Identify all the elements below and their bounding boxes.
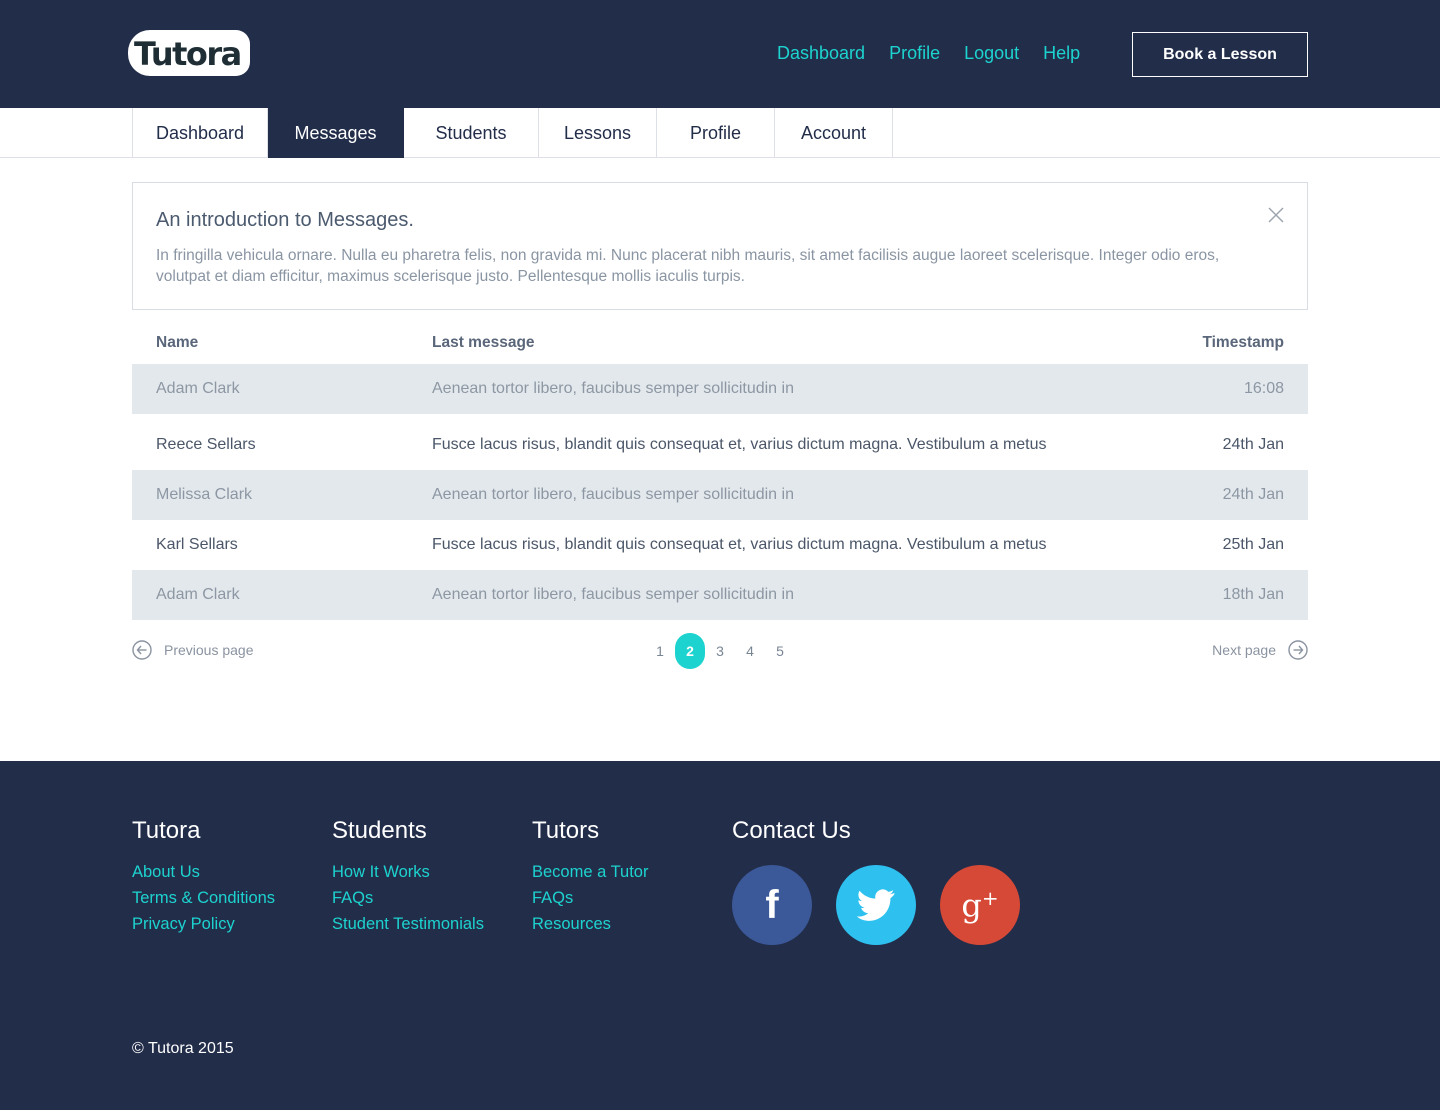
tab-dashboard[interactable]: Dashboard xyxy=(132,108,268,158)
close-icon[interactable] xyxy=(1267,206,1285,224)
row-message: Fusce lacus risus, blandit quis consequa… xyxy=(432,536,1047,553)
page-4-button[interactable]: 4 xyxy=(735,633,765,669)
footer-link-about-us[interactable]: About Us xyxy=(132,859,275,885)
intro-panel: An introduction to Messages. In fringill… xyxy=(132,182,1308,310)
previous-page-button[interactable]: Previous page xyxy=(132,640,254,660)
row-timestamp: 25th Jan xyxy=(1222,536,1284,553)
row-name: Adam Clark xyxy=(156,380,240,397)
row-name: Reece Sellars xyxy=(156,436,256,453)
tab-lessons[interactable]: Lessons xyxy=(539,108,657,158)
page-2-button[interactable]: 2 xyxy=(675,633,705,669)
footer-column-contact: Contact Us xyxy=(732,817,851,859)
table-row[interactable]: Reece Sellars Fusce lacus risus, blandit… xyxy=(132,420,1308,470)
footer-heading: Students xyxy=(332,817,427,844)
footer-heading: Tutora xyxy=(132,817,201,844)
footer-link-become-tutor[interactable]: Become a Tutor xyxy=(532,859,648,885)
google-plus-button[interactable]: g+ xyxy=(940,865,1020,945)
row-name: Adam Clark xyxy=(156,586,240,603)
messages-table: Name Last message Timestamp Adam Clark A… xyxy=(132,322,1308,620)
footer-column-students: Students How It Works FAQs Student Testi… xyxy=(332,817,484,937)
footer-link-resources[interactable]: Resources xyxy=(532,911,648,937)
footer-link-how-it-works[interactable]: How It Works xyxy=(332,859,484,885)
next-page-label: Next page xyxy=(1212,642,1276,658)
facebook-button[interactable]: f xyxy=(732,865,812,945)
row-message: Aenean tortor libero, faucibus semper so… xyxy=(432,486,794,503)
table-header: Name Last message Timestamp xyxy=(132,322,1308,364)
google-plus-icon: g+ xyxy=(961,885,999,925)
footer-column-tutora: Tutora About Us Terms & Conditions Priva… xyxy=(132,817,275,937)
row-timestamp: 24th Jan xyxy=(1222,436,1284,453)
arrow-left-circle-icon xyxy=(132,640,152,660)
pagination: Previous page 1 2 3 4 5 Next page xyxy=(132,632,1308,670)
row-timestamp: 24th Jan xyxy=(1222,486,1284,503)
row-name: Karl Sellars xyxy=(156,536,238,553)
book-lesson-button[interactable]: Book a Lesson xyxy=(1132,32,1308,77)
footer-link-privacy[interactable]: Privacy Policy xyxy=(132,911,275,937)
nav-help-link[interactable]: Help xyxy=(1043,43,1080,64)
column-header-last-message[interactable]: Last message xyxy=(432,334,535,352)
twitter-icon xyxy=(857,889,895,921)
column-header-timestamp[interactable]: Timestamp xyxy=(1202,334,1284,352)
twitter-button[interactable] xyxy=(836,865,916,945)
page-numbers: 1 2 3 4 5 xyxy=(645,633,795,669)
page-3-button[interactable]: 3 xyxy=(705,633,735,669)
row-timestamp: 18th Jan xyxy=(1222,586,1284,603)
row-message: Aenean tortor libero, faucibus semper so… xyxy=(432,586,794,603)
footer-heading: Contact Us xyxy=(732,817,851,844)
table-row[interactable]: Melissa Clark Aenean tortor libero, fauc… xyxy=(132,470,1308,520)
row-message: Fusce lacus risus, blandit quis consequa… xyxy=(432,436,1047,453)
nav-profile-link[interactable]: Profile xyxy=(889,43,940,64)
tab-messages[interactable]: Messages xyxy=(268,108,404,158)
footer-link-testimonials[interactable]: Student Testimonials xyxy=(332,911,484,937)
page-5-button[interactable]: 5 xyxy=(765,633,795,669)
intro-title: An introduction to Messages. xyxy=(156,209,414,231)
site-footer: Tutora About Us Terms & Conditions Priva… xyxy=(0,761,1440,1110)
copyright: © Tutora 2015 xyxy=(132,1040,234,1057)
footer-column-tutors: Tutors Become a Tutor FAQs Resources xyxy=(532,817,648,937)
tab-profile[interactable]: Profile xyxy=(657,108,775,158)
tab-bar: Dashboard Messages Students Lessons Prof… xyxy=(0,108,1440,158)
logo[interactable]: Tutora xyxy=(134,35,242,73)
intro-body: In fringilla vehicula ornare. Nulla eu p… xyxy=(156,247,1220,285)
row-message: Aenean tortor libero, faucibus semper so… xyxy=(432,380,794,397)
column-header-name[interactable]: Name xyxy=(156,334,198,352)
facebook-icon: f xyxy=(765,882,779,927)
page-1-button[interactable]: 1 xyxy=(645,633,675,669)
table-row[interactable]: Adam Clark Aenean tortor libero, faucibu… xyxy=(132,364,1308,414)
previous-page-label: Previous page xyxy=(164,642,254,658)
next-page-button[interactable]: Next page xyxy=(1212,640,1308,660)
footer-link-terms[interactable]: Terms & Conditions xyxy=(132,885,275,911)
table-row[interactable]: Adam Clark Aenean tortor libero, faucibu… xyxy=(132,570,1308,620)
table-row[interactable]: Karl Sellars Fusce lacus risus, blandit … xyxy=(132,520,1308,570)
footer-link-tutor-faqs[interactable]: FAQs xyxy=(532,885,648,911)
social-links: f g+ xyxy=(732,865,1020,945)
tab-students[interactable]: Students xyxy=(404,108,539,158)
row-timestamp: 16:08 xyxy=(1243,380,1284,397)
footer-heading: Tutors xyxy=(532,817,600,844)
tab-account[interactable]: Account xyxy=(775,108,893,158)
site-header: Tutora Dashboard Profile Logout Help Boo… xyxy=(0,0,1440,108)
nav-dashboard-link[interactable]: Dashboard xyxy=(777,43,865,64)
nav-logout-link[interactable]: Logout xyxy=(964,43,1019,64)
top-nav: Dashboard Profile Logout Help xyxy=(777,43,1080,64)
footer-link-student-faqs[interactable]: FAQs xyxy=(332,885,484,911)
arrow-right-circle-icon xyxy=(1288,640,1308,660)
row-name: Melissa Clark xyxy=(156,486,253,503)
